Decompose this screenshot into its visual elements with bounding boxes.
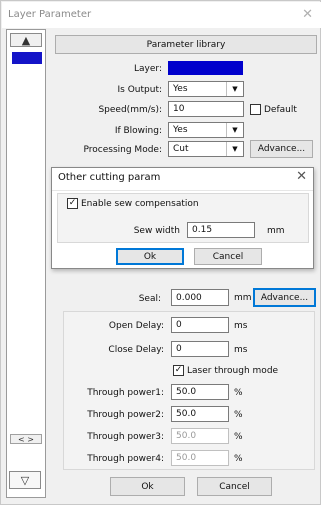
layer-color-item[interactable]: [12, 52, 42, 64]
seal-input[interactable]: 0.000: [171, 289, 229, 306]
through-power1-unit: %: [234, 388, 243, 398]
through-power1-input[interactable]: 50.0: [171, 384, 229, 400]
triangle-down-icon: ▽: [20, 473, 30, 487]
dropdown-arrow-icon: ▼: [226, 82, 243, 96]
through-power2-unit: %: [234, 410, 243, 420]
layer-color-swatch[interactable]: [168, 61, 243, 75]
if-blowing-label: If Blowing:: [114, 126, 162, 136]
processing-mode-label: Processing Mode:: [83, 145, 162, 155]
sew-compensation-panel: ✓ Enable sew compensation Sew width 0.15…: [57, 193, 309, 243]
sew-width-input[interactable]: 0.15: [187, 222, 255, 238]
layer-list[interactable]: ▲ < >: [6, 29, 46, 498]
default-label: Default: [264, 105, 297, 115]
dropdown-arrow-icon: ▼: [226, 142, 243, 156]
sew-width-unit: mm: [267, 226, 285, 236]
if-blowing-select[interactable]: Yes ▼: [168, 122, 244, 138]
default-checkbox[interactable]: [250, 104, 261, 115]
close-delay-input[interactable]: 0: [171, 341, 229, 357]
seal-label: Seal:: [138, 294, 161, 304]
open-delay-input[interactable]: 0: [171, 317, 229, 333]
checkmark-icon: ✓: [68, 198, 77, 208]
close-icon[interactable]: ✕: [296, 169, 307, 184]
layer-parameter-window: Layer Parameter ✕ ▲ < > ▽ Parameter libr…: [0, 0, 321, 505]
through-power2-input[interactable]: 50.0: [171, 406, 229, 422]
through-power3-label: Through power3:: [87, 432, 164, 442]
is-output-label: Is Output:: [117, 85, 163, 95]
dialog-ok-button[interactable]: Ok: [116, 248, 184, 265]
ok-button[interactable]: Ok: [110, 477, 185, 496]
title-bar: Layer Parameter ✕: [2, 2, 321, 28]
checkmark-icon: ✓: [174, 365, 183, 375]
close-delay-unit: ms: [234, 345, 248, 355]
other-cutting-param-dialog: Other cutting param ✕ ✓ Enable sew compe…: [51, 167, 314, 269]
close-icon[interactable]: ✕: [302, 7, 313, 22]
dialog-divider: [52, 190, 313, 191]
laser-through-checkbox[interactable]: ✓: [173, 365, 184, 376]
through-power4-input[interactable]: 50.0: [171, 450, 229, 466]
dialog-title: Other cutting param: [58, 172, 161, 183]
laser-through-label: Laser through mode: [187, 366, 279, 376]
dropdown-arrow-icon: ▼: [226, 123, 243, 137]
through-power3-input[interactable]: 50.0: [171, 428, 229, 444]
scroll-down-button[interactable]: ▽: [9, 471, 41, 489]
is-output-value: Yes: [173, 84, 188, 94]
parameter-library-button[interactable]: Parameter library: [55, 35, 317, 54]
triangle-up-icon: ▲: [21, 33, 31, 47]
window-title: Layer Parameter: [8, 9, 92, 20]
scroll-left-right[interactable]: < >: [10, 434, 42, 444]
processing-mode-select[interactable]: Cut ▼: [168, 141, 244, 157]
is-output-select[interactable]: Yes ▼: [168, 81, 244, 97]
through-power4-unit: %: [234, 454, 243, 464]
speed-input[interactable]: 10: [168, 101, 244, 117]
open-delay-label: Open Delay:: [108, 321, 164, 331]
close-delay-label: Close Delay:: [108, 345, 164, 355]
processing-mode-value: Cut: [173, 144, 189, 154]
through-power2-label: Through power2:: [87, 410, 164, 420]
through-power4-label: Through power4:: [87, 454, 164, 464]
if-blowing-value: Yes: [173, 125, 188, 135]
open-delay-unit: ms: [234, 321, 248, 331]
dialog-cancel-button[interactable]: Cancel: [194, 248, 262, 265]
through-power1-label: Through power1:: [87, 388, 164, 398]
cancel-button[interactable]: Cancel: [197, 477, 272, 496]
layer-label: Layer:: [134, 64, 162, 74]
scroll-up-button[interactable]: ▲: [10, 33, 42, 47]
enable-sew-label: Enable sew compensation: [81, 199, 199, 209]
advance-button[interactable]: Advance...: [250, 140, 313, 158]
speed-label: Speed(mm/s):: [98, 105, 162, 115]
seal-advance-button[interactable]: Advance...: [253, 288, 316, 307]
through-power3-unit: %: [234, 432, 243, 442]
sew-width-label: Sew width: [133, 226, 180, 236]
enable-sew-checkbox[interactable]: ✓: [67, 198, 78, 209]
seal-unit: mm: [234, 293, 252, 303]
